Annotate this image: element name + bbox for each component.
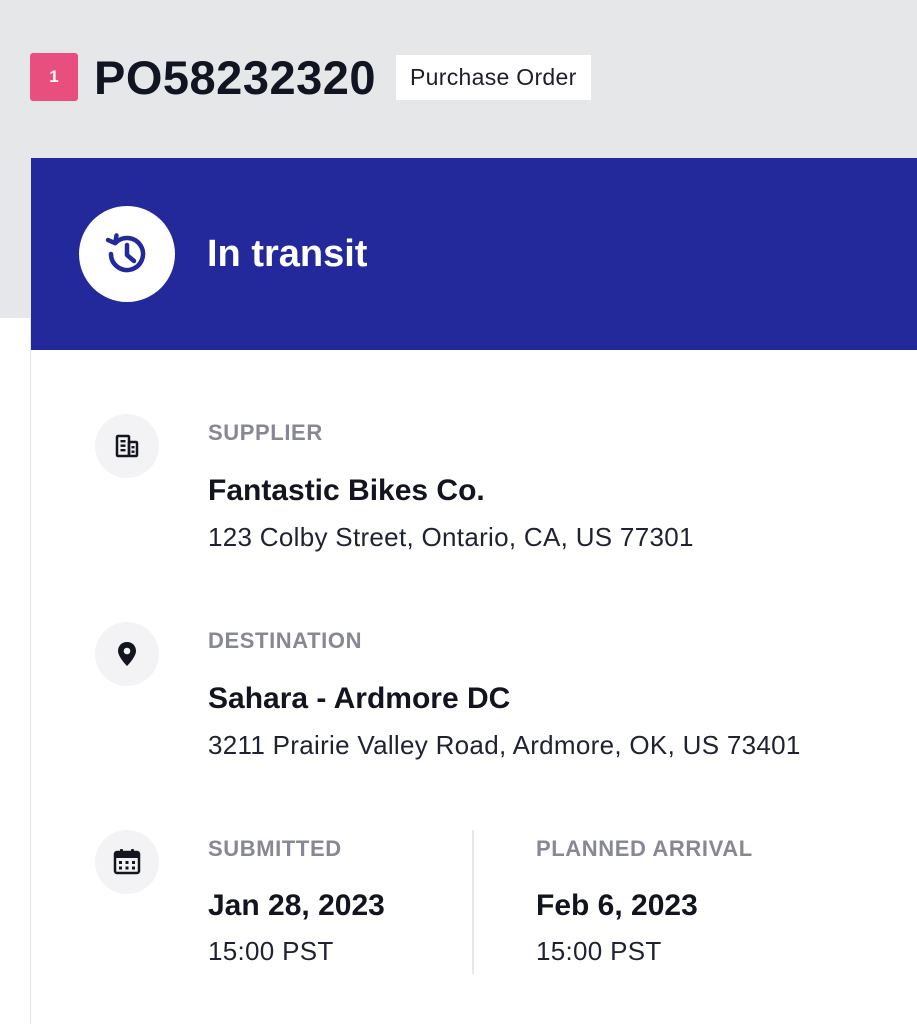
planned-arrival-date: Feb 6, 2023 (536, 889, 698, 922)
po-number-title: PO58232320 (94, 50, 377, 104)
supplier-address: 123 Colby Street, Ontario, CA, US 77301 (208, 522, 694, 552)
status-banner: In transit (31, 158, 917, 350)
dates-icon-container (95, 830, 159, 894)
order-details-card: In transit SUPPLIER Fantastic Bikes Co. … (30, 158, 917, 1024)
planned-arrival-label: PLANNED ARRIVAL (536, 836, 753, 861)
location-pin-icon (118, 642, 136, 666)
submitted-time: 15:00 PST (208, 936, 334, 966)
calendar-icon (113, 849, 141, 875)
supplier-label: SUPPLIER (208, 420, 323, 445)
page-header: 1 PO58232320 Purchase Order (30, 48, 591, 106)
planned-arrival-time: 15:00 PST (536, 936, 662, 966)
destination-label: DESTINATION (208, 628, 363, 653)
supplier-name: Fantastic Bikes Co. (208, 474, 485, 507)
status-icon-container (79, 206, 175, 302)
history-clock-icon (105, 233, 146, 273)
submitted-date: Jan 28, 2023 (208, 889, 385, 922)
submitted-label: SUBMITTED (208, 836, 342, 861)
supplier-icon-container (95, 414, 159, 478)
building-icon (115, 434, 139, 458)
status-label: In transit (207, 233, 368, 275)
dates-divider (472, 830, 474, 974)
destination-address: 3211 Prairie Valley Road, Ardmore, OK, U… (208, 730, 801, 760)
destination-name: Sahara - Ardmore DC (208, 682, 511, 715)
destination-icon-container (95, 622, 159, 686)
order-index-badge: 1 (30, 53, 78, 101)
document-type-tag: Purchase Order (396, 54, 591, 100)
